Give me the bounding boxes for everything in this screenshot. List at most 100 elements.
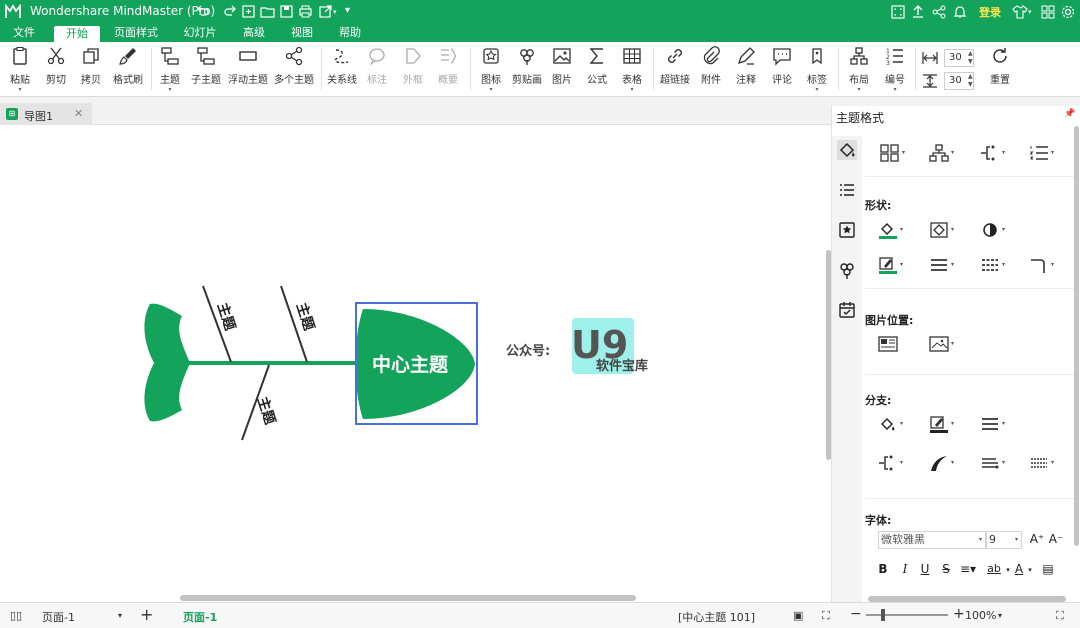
image-button[interactable]: 图片: [548, 46, 576, 96]
border-color-button[interactable]: ▾: [878, 256, 910, 276]
qat-more-icon[interactable]: ▾: [345, 5, 360, 20]
outline-list-icon[interactable]: [837, 180, 857, 200]
fit-page-icon[interactable]: ▣: [793, 609, 803, 622]
page-select[interactable]: 页面-1: [42, 609, 75, 625]
dropdown-caret-icon[interactable]: ▾: [118, 611, 122, 620]
text-box-icon[interactable]: ▤: [1040, 562, 1056, 578]
copy-button[interactable]: 拷贝: [75, 46, 107, 96]
image-position-left-button[interactable]: [878, 335, 910, 355]
note-button[interactable]: 注释: [732, 46, 760, 96]
bold-button[interactable]: B: [876, 562, 890, 578]
menu-view[interactable]: 视图: [284, 26, 320, 42]
strikethrough-button[interactable]: S: [939, 562, 953, 578]
fish-tail-shape[interactable]: [144, 303, 190, 422]
border-weight-button[interactable]: ▾: [929, 256, 961, 276]
clipart-button[interactable]: 剪贴画: [510, 46, 544, 96]
menu-start[interactable]: 开始: [54, 26, 100, 42]
floating-topic-button[interactable]: 浮动主题: [226, 46, 270, 96]
open-icon[interactable]: [260, 4, 275, 19]
page-tab[interactable]: 页面-1: [183, 609, 217, 625]
menu-help[interactable]: 帮助: [332, 26, 368, 42]
format-paint-icon[interactable]: [837, 140, 857, 160]
add-page-icon[interactable]: +: [140, 605, 153, 624]
spin-down-icon[interactable]: ▼: [968, 81, 973, 88]
settings-icon[interactable]: [1060, 4, 1076, 20]
menu-slides[interactable]: 幻灯片: [174, 26, 226, 42]
save-icon[interactable]: [279, 4, 294, 19]
highlight-button[interactable]: ab: [984, 562, 1004, 578]
branch-fill-button[interactable]: ▾: [878, 415, 910, 435]
publish-icon[interactable]: [910, 4, 926, 20]
branch-line-color-button[interactable]: ▾: [929, 415, 961, 435]
notification-icon[interactable]: [952, 4, 968, 20]
horizontal-scrollbar[interactable]: [180, 595, 636, 601]
shadow-button[interactable]: ▾: [980, 221, 1012, 241]
bone-topic-label[interactable]: 主题: [293, 301, 318, 334]
new-icon[interactable]: [241, 4, 256, 19]
apps-icon[interactable]: [1040, 4, 1056, 20]
login-button[interactable]: 登录: [979, 4, 1001, 20]
theme-shirt-icon[interactable]: [1012, 4, 1028, 20]
image-position-top-button[interactable]: ▾: [929, 335, 961, 355]
branch-line-weight-button[interactable]: ▾: [980, 415, 1012, 435]
share-icon[interactable]: [931, 4, 947, 20]
task-calendar-icon[interactable]: [837, 300, 857, 320]
structure-button[interactable]: ▾: [929, 144, 961, 164]
border-dash-button[interactable]: ▾: [980, 256, 1012, 276]
font-shrink-icon[interactable]: A⁻: [1046, 532, 1066, 548]
connector-style-button[interactable]: ▾: [980, 144, 1012, 164]
subtopic-button[interactable]: 子主题: [190, 46, 222, 96]
spin-up-icon[interactable]: ▲: [968, 73, 973, 80]
dropdown-caret-icon[interactable]: ▾: [1004, 566, 1012, 582]
mindmap-canvas[interactable]: 主题 主题 主题 中心主题 公众号: U9 软件宝库: [0, 126, 826, 594]
comment-button[interactable]: 评论: [768, 46, 796, 96]
menu-page-style[interactable]: 页面样式: [110, 26, 162, 42]
menu-advanced[interactable]: 高级: [236, 26, 272, 42]
branch-arrow-button[interactable]: ▾: [980, 454, 1012, 474]
font-size-select[interactable]: 9 ▾: [986, 531, 1022, 549]
paste-button[interactable]: 粘贴 ▾: [4, 46, 36, 96]
menu-file[interactable]: 文件: [8, 26, 40, 42]
relationship-button[interactable]: 关系线: [325, 46, 359, 96]
shape-style-button[interactable]: ▾: [929, 221, 961, 241]
topic-button[interactable]: 主题 ▾: [155, 46, 185, 96]
dropdown-caret-icon[interactable]: ▾: [998, 611, 1002, 620]
zoom-in-icon[interactable]: +: [953, 606, 965, 622]
font-family-select[interactable]: 微软雅黑 ▾: [878, 531, 986, 549]
hyperlink-button[interactable]: 超链接: [658, 46, 692, 96]
close-tab-icon[interactable]: ✕: [74, 107, 83, 120]
attachment-button[interactable]: 附件: [697, 46, 725, 96]
italic-button[interactable]: I: [898, 562, 912, 578]
page-list-icon[interactable]: ▯▯: [10, 609, 22, 622]
export-icon[interactable]: [318, 4, 333, 19]
spin-down-icon[interactable]: ▼: [968, 58, 973, 65]
align-button[interactable]: ≡▾: [958, 562, 978, 578]
formula-button[interactable]: 公式: [583, 46, 611, 96]
layout-button[interactable]: 布局 ▾: [844, 46, 874, 96]
redo-icon[interactable]: [223, 4, 238, 19]
document-tab[interactable]: ⊞ 导图1 ✕: [0, 103, 92, 125]
tag-button[interactable]: 标签 ▾: [803, 46, 831, 96]
font-color-button[interactable]: A: [1012, 562, 1026, 578]
zoom-slider-handle[interactable]: [881, 609, 885, 621]
bone-topic-label[interactable]: 主题: [254, 395, 279, 428]
central-topic-label[interactable]: 中心主题: [372, 353, 448, 376]
table-button[interactable]: 表格 ▾: [618, 46, 646, 96]
numbering-style-button[interactable]: ▾: [1029, 144, 1061, 164]
clipart-library-icon[interactable]: [837, 260, 857, 280]
branch-connector-button[interactable]: ▾: [878, 454, 910, 474]
icon-button[interactable]: 图标 ▾: [476, 46, 506, 96]
pin-icon[interactable]: 📌: [1064, 109, 1075, 119]
icon-library-icon[interactable]: [837, 220, 857, 240]
maximize-view-icon[interactable]: ⛶: [1056, 609, 1064, 623]
topic-shape-grid-button[interactable]: ▾: [880, 144, 912, 164]
multiple-topics-button[interactable]: 多个主题: [272, 46, 316, 96]
fill-color-button[interactable]: ▾: [878, 221, 910, 241]
zoom-slider-track[interactable]: [866, 614, 948, 616]
dropdown-caret-icon[interactable]: ▾: [1026, 566, 1034, 582]
panel-vertical-scrollbar[interactable]: [1074, 126, 1079, 546]
underline-button[interactable]: U: [918, 562, 932, 578]
spin-up-icon[interactable]: ▲: [968, 50, 973, 57]
zoom-out-icon[interactable]: −: [850, 606, 862, 622]
fullscreen-icon[interactable]: [890, 4, 906, 20]
